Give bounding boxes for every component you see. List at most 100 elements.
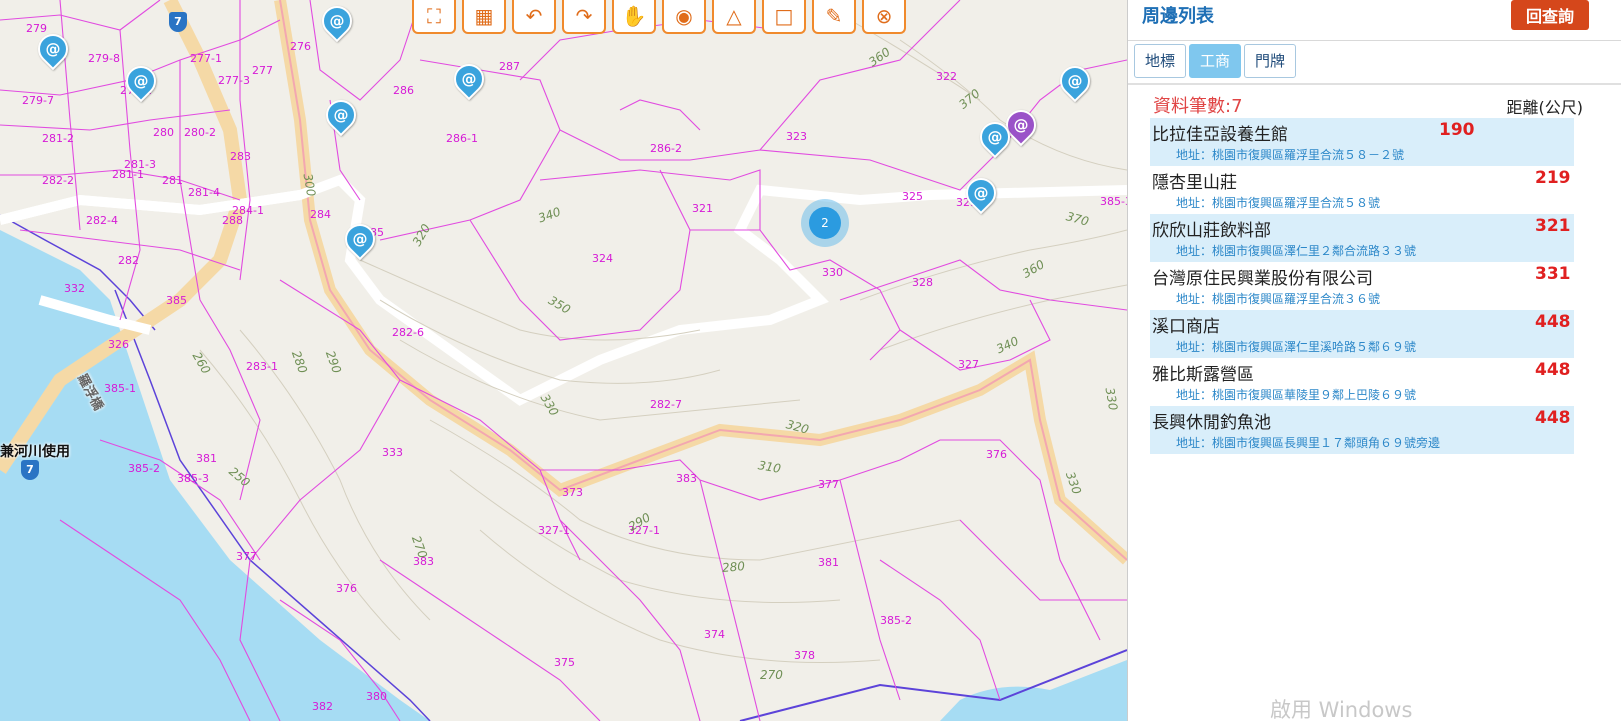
result-list: 比拉佳亞設養生館 190 地址：桃園市復興區羅浮里合流５８－２號 隱杏里山莊 2… xyxy=(1150,118,1574,454)
parcel-number-label: 330 xyxy=(822,266,843,279)
parcel-number-label: 279 xyxy=(26,22,47,35)
map-toolbar: ⛶ ▦ ↶ ↷ ✋ ◉ △ □ ✎ ⊗ xyxy=(412,0,906,36)
item-address: 地址：桃園市復興區羅浮里合流５８號 xyxy=(1176,196,1381,210)
parcel-number-label: 324 xyxy=(592,252,613,265)
river-zone-label: 兼河川使用 xyxy=(0,444,70,460)
item-name: 雅比斯露營區 xyxy=(1152,365,1254,385)
list-item[interactable]: 隱杏里山莊 219 地址：桃園市復興區羅浮里合流５８號 xyxy=(1150,166,1574,214)
parcel-number-label: 276 xyxy=(290,40,311,53)
parcel-number-label: 277-3 xyxy=(218,74,250,87)
item-distance: 448 xyxy=(1535,360,1571,380)
list-item[interactable]: 雅比斯露營區 448 地址：桃園市復興區華陵里９鄰上巴陵６９號 xyxy=(1150,358,1574,406)
parcel-number-label: 323 xyxy=(786,130,807,143)
parcel-number-label: 377 xyxy=(236,550,257,563)
parcel-number-label: 281-1 xyxy=(112,168,144,181)
cluster-count: 2 xyxy=(809,207,841,239)
parcel-number-label: 385-2 xyxy=(128,462,160,475)
list-item[interactable]: 台灣原住民興業股份有限公司 331 地址：桃園市復興區羅浮里合流３６號 xyxy=(1150,262,1574,310)
windows-activation-watermark: 啟用 Windows xyxy=(1270,698,1413,722)
tab-business[interactable]: 工商 xyxy=(1189,44,1242,78)
measure-angle-icon[interactable]: △ xyxy=(712,0,756,34)
item-address: 地址：桃園市復興區長興里１７鄰頭角６９號旁邊 xyxy=(1176,436,1441,450)
record-count-value: 7 xyxy=(1231,96,1243,117)
parcel-number-label: 327-1 xyxy=(538,524,570,537)
back-to-search-button[interactable]: 回查詢 xyxy=(1511,0,1589,30)
record-count-label: 資料筆數: xyxy=(1153,96,1232,117)
item-name: 台灣原住民興業股份有限公司 xyxy=(1152,269,1373,289)
parcel-number-label: 374 xyxy=(704,628,725,641)
nearby-list-panel: 周邊列表 回查詢 地標 工商 門牌 資料筆數:7 距離(公尺) 比拉佳亞設養生館… xyxy=(1127,0,1621,722)
parcel-number-label: 286-1 xyxy=(446,132,478,145)
measure-area-icon[interactable]: □ xyxy=(762,0,806,34)
eraser-icon[interactable]: ✎ xyxy=(812,0,856,34)
item-name: 長興休閒釣魚池 xyxy=(1152,413,1271,433)
parcel-number-label: 327 xyxy=(958,358,979,371)
item-name: 溪口商店 xyxy=(1152,317,1220,337)
parcel-number-label: 385 xyxy=(166,294,187,307)
parcel-number-label: 333 xyxy=(382,446,403,459)
rotate-right-icon[interactable]: ↷ xyxy=(562,0,606,34)
parcel-number-label: 284 xyxy=(310,208,331,221)
parcel-number-label: 279-7 xyxy=(22,94,54,107)
parcel-number-label: 287 xyxy=(499,60,520,73)
contour-elevation-label: 280 xyxy=(721,559,746,575)
item-distance: 331 xyxy=(1535,264,1571,284)
item-name: 比拉佳亞設養生館 xyxy=(1152,125,1288,145)
road-shield-icon: 7 xyxy=(21,460,39,480)
item-name: 欣欣山莊飲料部 xyxy=(1152,221,1271,241)
parcel-number-label: 282 xyxy=(118,254,139,267)
item-distance: 321 xyxy=(1535,216,1571,236)
pan-hand-icon[interactable]: ✋ xyxy=(612,0,656,34)
parcel-number-label: 383 xyxy=(676,472,697,485)
parcel-number-label: 282-6 xyxy=(392,326,424,339)
parcel-number-label: 321 xyxy=(692,202,713,215)
parcel-number-label: 326 xyxy=(108,338,129,351)
item-distance: 448 xyxy=(1535,312,1571,332)
item-distance: 219 xyxy=(1535,168,1571,188)
parcel-number-label: 377 xyxy=(818,478,839,491)
divider xyxy=(1128,40,1621,41)
list-item[interactable]: 長興休閒釣魚池 448 地址：桃園市復興區長興里１７鄰頭角６９號旁邊 xyxy=(1150,406,1574,454)
parcel-number-label: 376 xyxy=(336,582,357,595)
parcel-number-label: 328 xyxy=(912,276,933,289)
item-address: 地址：桃園市復興區羅浮里合流５８－２號 xyxy=(1176,148,1405,162)
item-distance: 448 xyxy=(1535,408,1571,428)
parcel-number-label: 277 xyxy=(252,64,273,77)
parcel-number-label: 277-1 xyxy=(190,52,222,65)
parcel-number-label: 322 xyxy=(936,70,957,83)
list-item[interactable]: 比拉佳亞設養生館 190 地址：桃園市復興區羅浮里合流５８－２號 xyxy=(1150,118,1574,166)
map-view[interactable]: ⛶ ▦ ↶ ↷ ✋ ◉ △ □ ✎ ⊗ 279279-8279-2279-727… xyxy=(0,0,1127,721)
road-shield-icon: 7 xyxy=(169,12,187,32)
record-count: 資料筆數:7 xyxy=(1153,92,1243,118)
parcel-number-label: 283 xyxy=(230,150,251,163)
divider xyxy=(1128,83,1621,85)
parcel-number-label: 385-1 xyxy=(104,382,136,395)
parcel-number-label: 376 xyxy=(986,448,1007,461)
parcel-number-label: 381 xyxy=(196,452,217,465)
item-distance: 190 xyxy=(1439,120,1475,140)
zoom-extent-icon[interactable]: ⛶ xyxy=(412,0,456,34)
building-icon[interactable]: ▦ xyxy=(462,0,506,34)
list-item[interactable]: 欣欣山莊飲料部 321 地址：桃園市復興區澤仁里２鄰合流路３３號 xyxy=(1150,214,1574,262)
parcel-number-label: 281-2 xyxy=(42,132,74,145)
item-address: 地址：桃園市復興區羅浮里合流３６號 xyxy=(1176,292,1381,306)
distance-header: 距離(公尺) xyxy=(1506,98,1584,117)
category-tabs: 地標 工商 門牌 xyxy=(1134,44,1297,78)
parcel-number-label: 381 xyxy=(818,556,839,569)
marker-cluster[interactable]: 2 xyxy=(801,199,849,247)
parcel-number-label: 380 xyxy=(366,690,387,703)
tab-address[interactable]: 門牌 xyxy=(1244,44,1297,78)
panel-title: 周邊列表 xyxy=(1142,6,1214,27)
clear-location-icon[interactable]: ⊗ xyxy=(862,0,906,34)
item-address: 地址：桃園市復興區澤仁里２鄰合流路３３號 xyxy=(1176,244,1417,258)
parcel-number-label: 283-1 xyxy=(246,360,278,373)
parcel-number-label: 325 xyxy=(902,190,923,203)
parcel-number-label: 378 xyxy=(794,649,815,662)
parcel-number-label: 385-2 xyxy=(880,614,912,627)
rotate-left-icon[interactable]: ↶ xyxy=(512,0,556,34)
tab-landmark[interactable]: 地標 xyxy=(1134,44,1187,78)
list-item[interactable]: 溪口商店 448 地址：桃園市復興區澤仁里溪哈路５鄰６９號 xyxy=(1150,310,1574,358)
parcel-number-label: 280-2 xyxy=(184,126,216,139)
measure-distance-icon[interactable]: ◉ xyxy=(662,0,706,34)
contour-elevation-label: 270 xyxy=(760,668,783,682)
